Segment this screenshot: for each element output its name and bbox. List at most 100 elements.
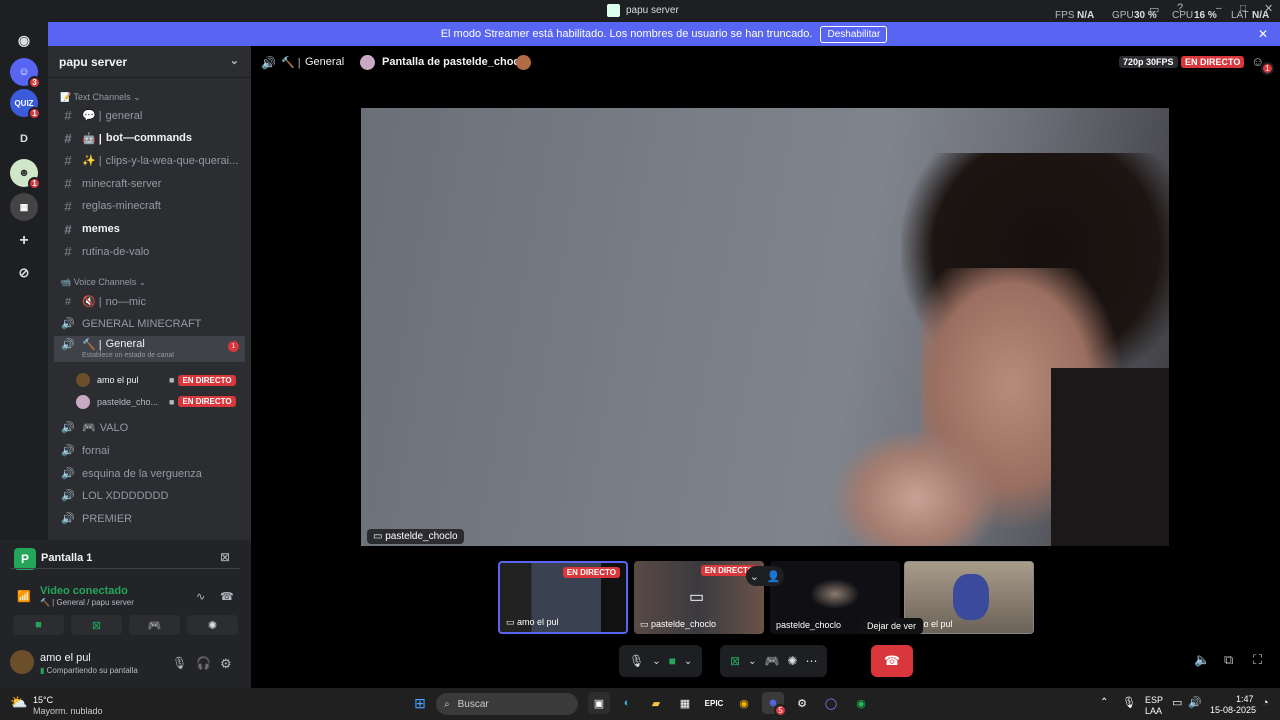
gamepad-icon[interactable]: 🎮 — [764, 654, 779, 668]
server-papu[interactable]: ☻ 1 — [10, 159, 41, 190]
text-channel-item[interactable]: # memes — [54, 219, 245, 240]
voice-channel-item[interactable]: 🔊 PREMIER — [54, 508, 245, 529]
leave-call-icon: ☎ — [883, 653, 901, 668]
thumbnail-3[interactable]: amo el pul — [904, 561, 1034, 634]
discover-icon[interactable]: ⊘ — [10, 259, 38, 287]
microphone-icon[interactable]: 🎙 — [629, 654, 644, 668]
minimize-icon[interactable]: – — [1216, 3, 1222, 14]
server-badge: 1 — [28, 107, 41, 120]
text-channel-item[interactable]: # 💬 | general — [54, 105, 245, 126]
disable-streamer-mode-button[interactable]: Deshabilitar — [820, 25, 888, 43]
store-icon[interactable]: ▦ — [674, 692, 696, 714]
epic-games-icon[interactable]: EPIC — [703, 692, 725, 714]
microphone-icon[interactable]: 🎙 — [1122, 696, 1136, 709]
video-icon: ■ — [169, 396, 175, 407]
settings-gear-icon[interactable]: ⚙ — [220, 656, 232, 672]
maximize-icon[interactable]: □ — [1240, 3, 1246, 14]
discord-badge: 5 — [774, 704, 787, 717]
text-channel-item[interactable]: # minecraft-server — [54, 173, 245, 194]
thumbnail-1[interactable]: EN DIRECTO ▭ ▭ pastelde_choclo — [634, 561, 764, 634]
stream-video[interactable] — [361, 108, 1169, 546]
noise-suppression-icon[interactable]: ∿ — [196, 590, 205, 603]
lang-top[interactable]: ESP — [1145, 695, 1163, 705]
fullscreen-icon[interactable]: ⛶ — [1253, 652, 1262, 668]
leave-stream-button[interactable]: ☎ — [871, 645, 913, 677]
category-voice-channels[interactable]: 📹 Voice Channels ⌄ — [60, 277, 146, 288]
discord-taskbar-icon[interactable]: ☻ 5 — [762, 692, 787, 717]
more-options-icon[interactable]: ⋯ — [805, 654, 817, 668]
stop-stream-icon[interactable]: ⊠ — [220, 550, 230, 564]
voice-channel-item[interactable]: 🔊 fornai — [54, 440, 245, 461]
chevron-up-icon[interactable]: ⌃ — [1100, 697, 1108, 708]
inbox-icon[interactable]: ▭ — [1149, 3, 1159, 16]
spotify-icon[interactable]: ◉ — [850, 692, 872, 714]
voice-user-item[interactable]: pastelde_cho... ■ EN DIRECTO — [76, 393, 246, 411]
volume-icon[interactable]: 🔊 — [1188, 696, 1202, 709]
server-quiz[interactable]: QUIZ 1 — [10, 89, 41, 120]
channel-label: fornai — [82, 444, 110, 457]
channel-status[interactable]: Establece un estado de canal — [82, 352, 174, 359]
microphone-icon[interactable]: 🎙 — [172, 656, 187, 670]
channel-label: bot—commands — [105, 132, 193, 145]
close-banner-icon[interactable]: ✕ — [1258, 27, 1268, 41]
weather-temp[interactable]: 15°C — [33, 695, 53, 705]
add-server-icon[interactable]: + — [10, 227, 38, 255]
chevron-down-icon[interactable]: ⌄ — [684, 656, 692, 667]
voice-user-item[interactable]: amo el pul ■ EN DIRECTO — [76, 371, 246, 389]
discord-home-icon[interactable]: ◉ — [10, 26, 38, 54]
weather-desc[interactable]: Mayorm. nublado — [33, 706, 103, 716]
camera-button[interactable]: ■ — [13, 615, 64, 635]
network-icon[interactable]: ▭ — [1172, 696, 1182, 709]
volume-icon[interactable]: 🔈 — [1194, 652, 1210, 668]
task-view-icon[interactable]: ▣ — [588, 692, 610, 714]
app-circle-icon[interactable]: ◯ — [820, 692, 842, 714]
help-icon[interactable]: ? — [1177, 2, 1183, 14]
screen-share-icon[interactable]: ⊠ — [730, 654, 740, 668]
channel-label: memes — [82, 223, 120, 235]
server-d[interactable]: D — [10, 125, 38, 153]
voice-channel-item[interactable]: # 🔇 | no—mic — [54, 291, 245, 312]
thumbnail-0[interactable]: EN DIRECTO ▭ amo el pul — [498, 561, 628, 634]
soundboard-icon[interactable]: ✺ — [787, 654, 797, 668]
clock-date[interactable]: 15-08-2025 — [1210, 705, 1256, 715]
chevron-down-icon[interactable]: ⌄ — [652, 656, 660, 667]
camera-icon[interactable]: ■ — [669, 654, 676, 668]
voice-channel-item[interactable]: 🔊 🔨 | General Establece un estado de canal 1 — [54, 336, 245, 362]
notification-center-icon[interactable]: ◔ — [1262, 697, 1269, 709]
screen-share-button[interactable]: ⊠ — [71, 615, 122, 635]
server-discord-avatar[interactable]: ☺ 3 — [10, 58, 41, 89]
voice-channel-item[interactable]: 🔊 GENERAL MINECRAFT — [54, 313, 245, 334]
clock-time[interactable]: 1:47 — [1236, 694, 1254, 704]
close-window-icon[interactable]: ✕ — [1264, 2, 1273, 15]
category-text-channels[interactable]: 📝 Text Channels ⌄ — [60, 92, 141, 103]
voice-channel-item[interactable]: 🔊 LOL XDDDDDDD — [54, 485, 245, 506]
soundboard-button[interactable]: ✺ — [187, 615, 238, 635]
windows-start-icon[interactable]: ⊞ — [409, 692, 431, 714]
text-channel-item[interactable]: # reglas-minecraft — [54, 196, 245, 217]
participants-toggle[interactable]: ⌄ 👤 — [746, 566, 784, 586]
text-channel-item[interactable]: # rutina-de-valo — [54, 241, 245, 262]
search-box[interactable]: ⌕ Buscar — [436, 693, 578, 715]
hashtag-icon: # — [64, 153, 72, 169]
activities-button[interactable]: 🎮 — [129, 615, 180, 635]
headphones-icon[interactable]: 🎧 — [196, 656, 211, 670]
file-explorer-icon[interactable]: ▰ — [645, 692, 667, 714]
thumb-name: ▭ amo el pul — [506, 617, 559, 627]
popout-icon[interactable]: ⧉ — [1224, 652, 1233, 668]
edge-icon[interactable]: ◐ — [616, 692, 638, 714]
disconnect-icon[interactable]: ☎ — [220, 590, 234, 603]
viewer-avatar[interactable] — [516, 55, 531, 70]
steam-icon[interactable]: ⚙ — [791, 692, 813, 714]
server-header[interactable]: papu server ⌄ — [48, 46, 251, 78]
avatar[interactable] — [10, 650, 34, 674]
server-group[interactable]: ▦ — [10, 193, 38, 221]
chevron-down-icon[interactable]: ⌄ — [748, 656, 756, 667]
text-channel-item[interactable]: # ✨ | clips-y-la-wea-que-querai... — [54, 150, 245, 171]
lang-bottom[interactable]: LAA — [1145, 706, 1162, 716]
text-channel-item[interactable]: # 🤖 | bot—commands — [54, 128, 245, 149]
user-name[interactable]: amo el pul — [40, 652, 91, 664]
voice-channel-item[interactable]: 🔊 🎮 VALO — [54, 417, 245, 438]
voice-channel-item[interactable]: 🔊 esquina de la verguenza — [54, 463, 245, 484]
chrome-icon[interactable]: ◉ — [733, 692, 755, 714]
voice-status[interactable]: Video conectado — [40, 585, 128, 597]
